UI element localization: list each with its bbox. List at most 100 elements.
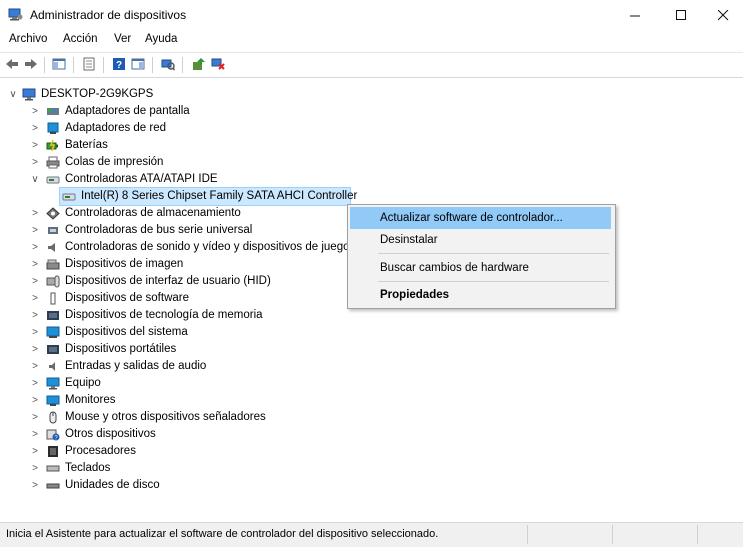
scan-hardware-label: Buscar cambios de hardware [380, 262, 529, 274]
forward-arrow-icon[interactable] [24, 57, 38, 71]
software-device-icon [50, 292, 56, 305]
chevron-down-icon[interactable]: ∨ [8, 86, 18, 103]
chevron-right-icon[interactable]: > [30, 358, 40, 375]
chevron-right-icon[interactable]: > [30, 273, 40, 290]
chevron-right-icon[interactable]: > [30, 239, 40, 256]
tree-item-label: Mouse y otros dispositivos señaladores [65, 411, 266, 423]
uninstall-menu-item[interactable]: Desinstalar [350, 229, 611, 251]
chevron-right-icon[interactable]: > [30, 426, 40, 443]
chevron-right-icon[interactable]: > [30, 103, 40, 120]
tree-item-label: Dispositivos de tecnología de memoria [65, 309, 263, 321]
chevron-right-icon[interactable]: > [30, 222, 40, 239]
mouse-icon [49, 411, 57, 424]
print-queue-icon [46, 156, 60, 169]
chevron-right-icon[interactable]: > [30, 409, 40, 426]
computer-icon [46, 377, 60, 390]
chevron-right-icon[interactable]: > [30, 290, 40, 307]
uninstall-device-icon[interactable] [211, 57, 225, 71]
close-button[interactable] [700, 0, 743, 30]
menu-ver[interactable]: Ver [114, 33, 131, 45]
scan-hardware-menu-item[interactable]: Buscar cambios de hardware [350, 257, 611, 279]
hid-icon [46, 275, 60, 288]
tree-root-label: DESKTOP-2G9KGPS [41, 88, 154, 100]
display-adapter-icon [47, 108, 59, 115]
action-pane-icon[interactable] [131, 57, 145, 71]
battery-icon [46, 139, 58, 152]
help-icon[interactable]: ? [112, 57, 126, 71]
tree-item-label: Controladoras de almacenamiento [65, 207, 241, 219]
close-icon [717, 9, 728, 20]
back-arrow-icon[interactable] [5, 57, 19, 71]
chevron-right-icon[interactable]: > [30, 137, 40, 154]
svg-text:?: ? [116, 60, 122, 71]
menu-accion[interactable]: Acción [63, 33, 98, 45]
device-manager-icon [8, 8, 23, 21]
maximize-button[interactable] [658, 0, 704, 30]
chevron-right-icon[interactable]: > [30, 256, 40, 273]
tree-item-label: Teclados [65, 462, 111, 474]
tree-item-label: Dispositivos del sistema [65, 326, 188, 338]
scan-hardware-icon[interactable] [161, 57, 175, 71]
usb-icon [48, 227, 58, 234]
menu-separator [378, 281, 609, 282]
memory-tech-icon [47, 311, 59, 320]
portable-device-icon [47, 345, 59, 354]
chevron-right-icon[interactable]: > [30, 443, 40, 460]
computer-icon [22, 88, 36, 101]
show-hide-tree-icon[interactable] [52, 57, 66, 71]
status-text: Inicia el Asistente para actualizar el s… [6, 528, 439, 540]
network-adapter-icon [47, 122, 59, 134]
window-title: Administrador de dispositivos [30, 8, 187, 22]
tree-item-label: Monitores [65, 394, 116, 406]
menu-bar: Archivo Acción Ver Ayuda [0, 31, 743, 50]
chevron-right-icon[interactable]: > [30, 392, 40, 409]
tree-item-label: Controladoras ATA/ATAPI IDE [65, 173, 218, 185]
tree-item-label: Controladoras de bus serie universal [65, 224, 253, 236]
audio-io-icon [49, 362, 55, 371]
menu-archivo[interactable]: Archivo [9, 33, 47, 45]
tree-item-label: Adaptadores de red [65, 122, 167, 134]
chevron-right-icon[interactable]: > [30, 307, 40, 324]
properties-menu-item[interactable]: Propiedades [350, 284, 611, 306]
chevron-right-icon[interactable]: > [30, 324, 40, 341]
monitor-icon [46, 395, 60, 406]
context-menu: Actualizar software de controlador... De… [347, 204, 616, 309]
uninstall-label: Desinstalar [380, 234, 438, 246]
minimize-button[interactable] [612, 0, 658, 30]
update-driver-icon[interactable] [192, 57, 206, 71]
chevron-right-icon[interactable]: > [30, 460, 40, 477]
tree-item-label: Colas de impresión [65, 156, 164, 168]
tree-item-label: Otros dispositivos [65, 428, 156, 440]
tree-item-label: Dispositivos de software [65, 292, 189, 304]
properties-label: Propiedades [380, 289, 450, 301]
tree-item-selected[interactable]: Intel(R) 8 Series Chipset Family SATA AH… [59, 187, 357, 206]
tree-item-label: Equipo [65, 377, 101, 389]
storage-controller-icon [46, 207, 60, 220]
properties-icon[interactable] [82, 57, 96, 71]
tree-item-label: Intel(R) 8 Series Chipset Family SATA AH… [81, 190, 358, 202]
title-bar: Administrador de dispositivos [0, 0, 743, 30]
update-driver-menu-item[interactable]: Actualizar software de controlador... [350, 207, 611, 229]
imaging-icon [46, 259, 60, 270]
chevron-right-icon[interactable]: > [30, 375, 40, 392]
tree-item-label: Baterías [65, 139, 108, 151]
chevron-down-icon[interactable]: ∨ [30, 171, 40, 188]
tree-item-label: Unidades de disco [65, 479, 160, 491]
tree-item-label: Dispositivos portátiles [65, 343, 177, 355]
menu-separator [378, 253, 609, 254]
maximize-icon [675, 9, 686, 20]
tree-item-label: Dispositivos de interfaz de usuario (HID… [65, 275, 271, 287]
toolbar: ? [0, 52, 743, 78]
chevron-right-icon[interactable]: > [30, 477, 40, 494]
system-device-icon [46, 326, 60, 338]
menu-ayuda[interactable]: Ayuda [145, 33, 177, 45]
chevron-right-icon[interactable]: > [30, 120, 40, 137]
chevron-right-icon[interactable]: > [30, 205, 40, 222]
update-driver-label: Actualizar software de controlador... [380, 212, 563, 224]
keyboard-icon [46, 465, 60, 472]
tree-item-label: Dispositivos de imagen [65, 258, 184, 270]
tree-item-label: Controladoras de sonido y vídeo y dispos… [65, 241, 350, 253]
ide-controller-icon [62, 193, 76, 201]
chevron-right-icon[interactable]: > [30, 341, 40, 358]
chevron-right-icon[interactable]: > [30, 154, 40, 171]
